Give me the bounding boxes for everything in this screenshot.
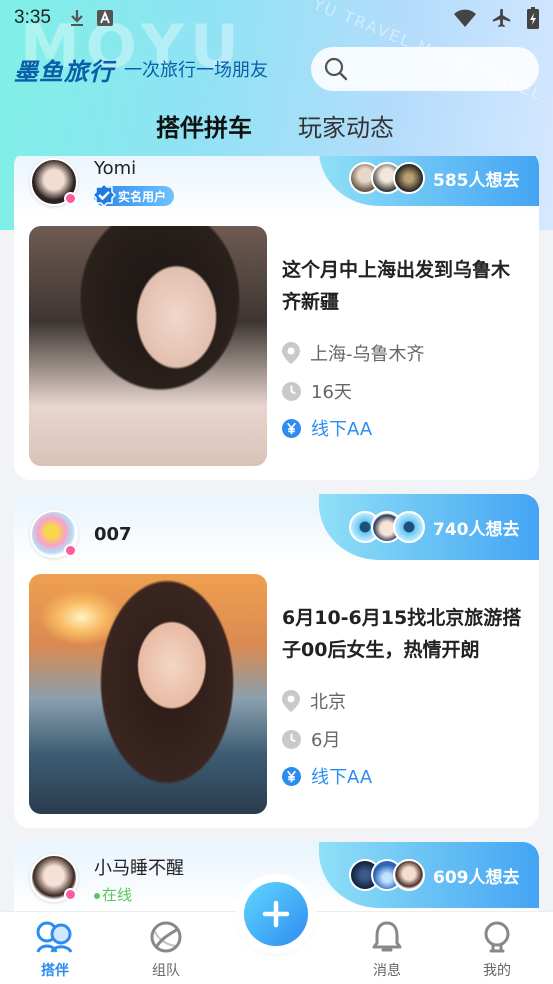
want-count: 740人想去: [433, 519, 520, 540]
route-text: 北京: [310, 692, 346, 713]
post-photo[interactable]: [29, 226, 267, 466]
tab-partner-carpool[interactable]: 搭伴拼车: [156, 108, 252, 143]
duration-text: 6月: [311, 730, 341, 751]
status-time: 3:35: [14, 7, 51, 28]
route-row: 上海-乌鲁木齐: [282, 340, 425, 366]
want-to-go-tag[interactable]: 609人想去: [319, 842, 539, 908]
nav-team[interactable]: 组队: [131, 920, 201, 980]
nav-label: 消息: [373, 963, 401, 979]
add-post-button[interactable]: [244, 882, 308, 946]
search-icon[interactable]: [323, 56, 349, 82]
keyboard-a-icon: [96, 10, 113, 26]
female-icon: [64, 192, 77, 205]
payment-row: 线下AA: [282, 415, 372, 441]
post-feed[interactable]: 585人想去 Yomi 实名用户 这个月中上海出发到乌鲁木齐新疆 上海-乌鲁木齐: [0, 156, 553, 911]
payment-text: 线下AA: [311, 419, 373, 440]
team-icon: [150, 921, 182, 953]
nav-label: 搭伴: [41, 963, 69, 979]
nav-messages[interactable]: 消息: [352, 920, 422, 980]
trip-title[interactable]: 6月10-6月15找北京旅游搭子00后女生，热情开朗: [282, 602, 522, 666]
avatar: [393, 162, 425, 194]
female-icon: [64, 888, 77, 901]
brand-slogan: 一次旅行一场朋友: [124, 60, 268, 81]
clock-icon: [282, 381, 301, 401]
status-bar: 3:35: [0, 0, 553, 36]
profile-icon: [484, 921, 510, 953]
want-avatars: [349, 859, 425, 891]
wifi-icon: [454, 9, 476, 27]
bell-icon: [372, 921, 402, 952]
online-status: 在线: [94, 884, 132, 905]
brand-row: 墨鱼旅行 一次旅行一场朋友: [14, 46, 539, 92]
yuan-icon: [282, 418, 301, 438]
trip-title[interactable]: 这个月中上海出发到乌鲁木齐新疆: [282, 254, 522, 318]
clock-icon: [282, 729, 301, 749]
username[interactable]: 小马睡不醒: [94, 854, 184, 880]
post-photo[interactable]: [29, 574, 267, 814]
top-tabs: 搭伴拼车 玩家动态: [0, 108, 553, 152]
battery-icon: [527, 7, 539, 29]
avatar: [393, 859, 425, 891]
tab-player-moments[interactable]: 玩家动态: [298, 108, 394, 143]
nav-label: 我的: [483, 963, 511, 979]
duration-row: 16天: [282, 378, 352, 404]
username[interactable]: 007: [94, 524, 132, 545]
duration-row: 6月: [282, 726, 340, 752]
nav-profile[interactable]: 我的: [462, 920, 532, 980]
want-avatars: [349, 511, 425, 543]
female-icon: [64, 544, 77, 557]
plus-icon: [262, 900, 290, 928]
verified-check-icon: [92, 183, 116, 207]
verified-badge: 实名用户: [92, 183, 175, 207]
bottom-navigation: 搭伴 组队 消息 我的: [0, 882, 553, 984]
brand-logo: 墨鱼旅行: [14, 57, 114, 86]
search-input[interactable]: [311, 47, 539, 91]
duration-text: 16天: [311, 382, 352, 403]
yuan-icon: [282, 766, 301, 786]
want-count: 609人想去: [433, 867, 520, 888]
payment-row: 线下AA: [282, 763, 372, 789]
nav-label: 组队: [152, 963, 180, 979]
post-card[interactable]: 585人想去 Yomi 实名用户 这个月中上海出发到乌鲁木齐新疆 上海-乌鲁木齐: [14, 156, 539, 480]
avatar: [393, 511, 425, 543]
want-to-go-tag[interactable]: 585人想去: [319, 156, 539, 206]
partner-icon: [36, 921, 73, 953]
location-pin-icon: [282, 690, 300, 712]
airplane-icon: [492, 8, 511, 28]
want-count: 585人想去: [433, 170, 520, 191]
download-icon: [70, 10, 83, 26]
online-dot-icon: [94, 892, 100, 899]
post-card[interactable]: 740人想去 007 6月10-6月15找北京旅游搭子00后女生，热情开朗 北京…: [14, 494, 539, 828]
payment-text: 线下AA: [311, 767, 373, 788]
route-text: 上海-乌鲁木齐: [310, 344, 425, 365]
want-avatars: [349, 162, 425, 194]
verified-label: 实名用户: [118, 189, 167, 204]
location-pin-icon: [282, 342, 300, 364]
username[interactable]: Yomi: [94, 158, 136, 179]
route-row: 北京: [282, 688, 346, 714]
want-to-go-tag[interactable]: 740人想去: [319, 494, 539, 560]
online-label: 在线: [102, 886, 133, 904]
nav-partner[interactable]: 搭伴: [20, 920, 90, 980]
